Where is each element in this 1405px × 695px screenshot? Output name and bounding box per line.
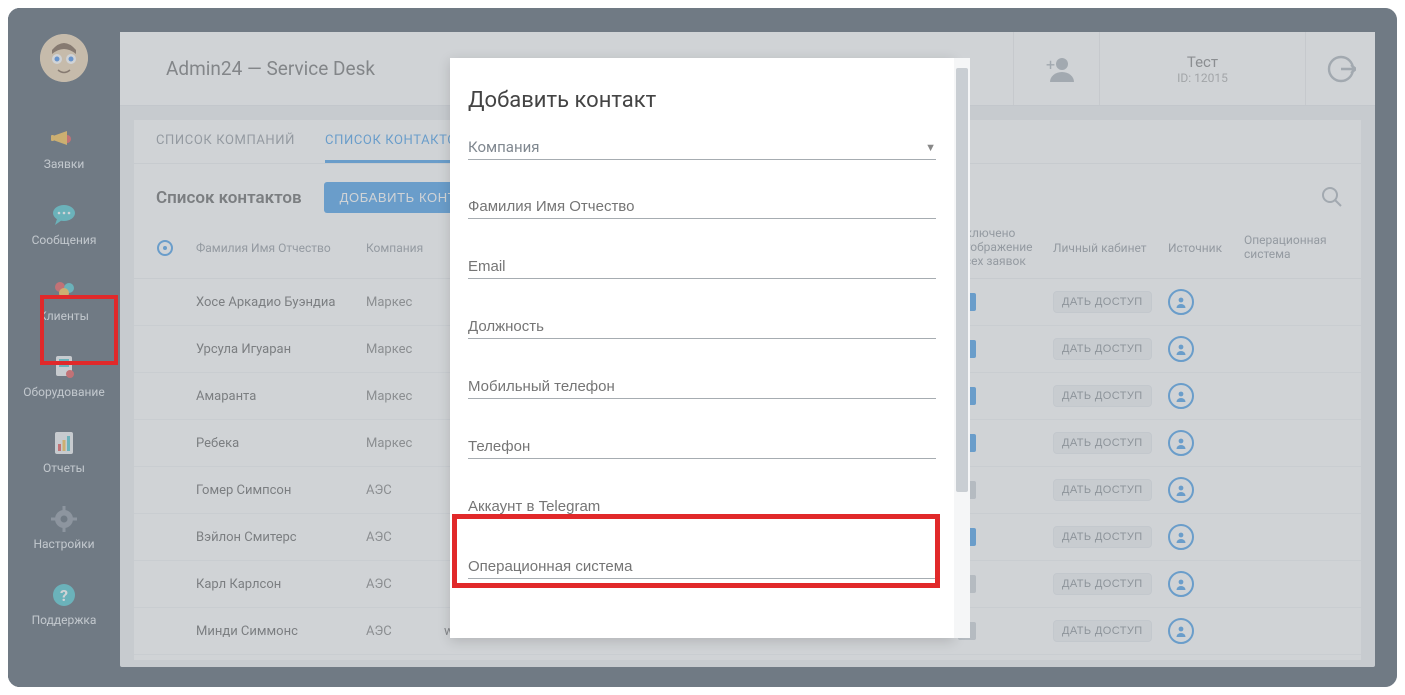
os-field[interactable]: [468, 555, 936, 579]
modal-title: Добавить контакт: [468, 88, 936, 113]
fio-field[interactable]: [468, 195, 936, 219]
modal: Добавить контакт Компания ▼: [450, 58, 970, 638]
phone-field[interactable]: [468, 435, 936, 459]
mobile-field[interactable]: [468, 375, 936, 399]
modal-scrollbar[interactable]: [954, 58, 970, 638]
field-company[interactable]: Компания ▼: [468, 135, 936, 165]
chevron-down-icon: ▼: [925, 141, 936, 154]
position-field[interactable]: [468, 315, 936, 339]
company-select-label: Компания: [468, 138, 539, 156]
telegram-field[interactable]: [468, 495, 936, 519]
email-field[interactable]: [468, 255, 936, 279]
scrollbar-thumb[interactable]: [956, 68, 968, 492]
